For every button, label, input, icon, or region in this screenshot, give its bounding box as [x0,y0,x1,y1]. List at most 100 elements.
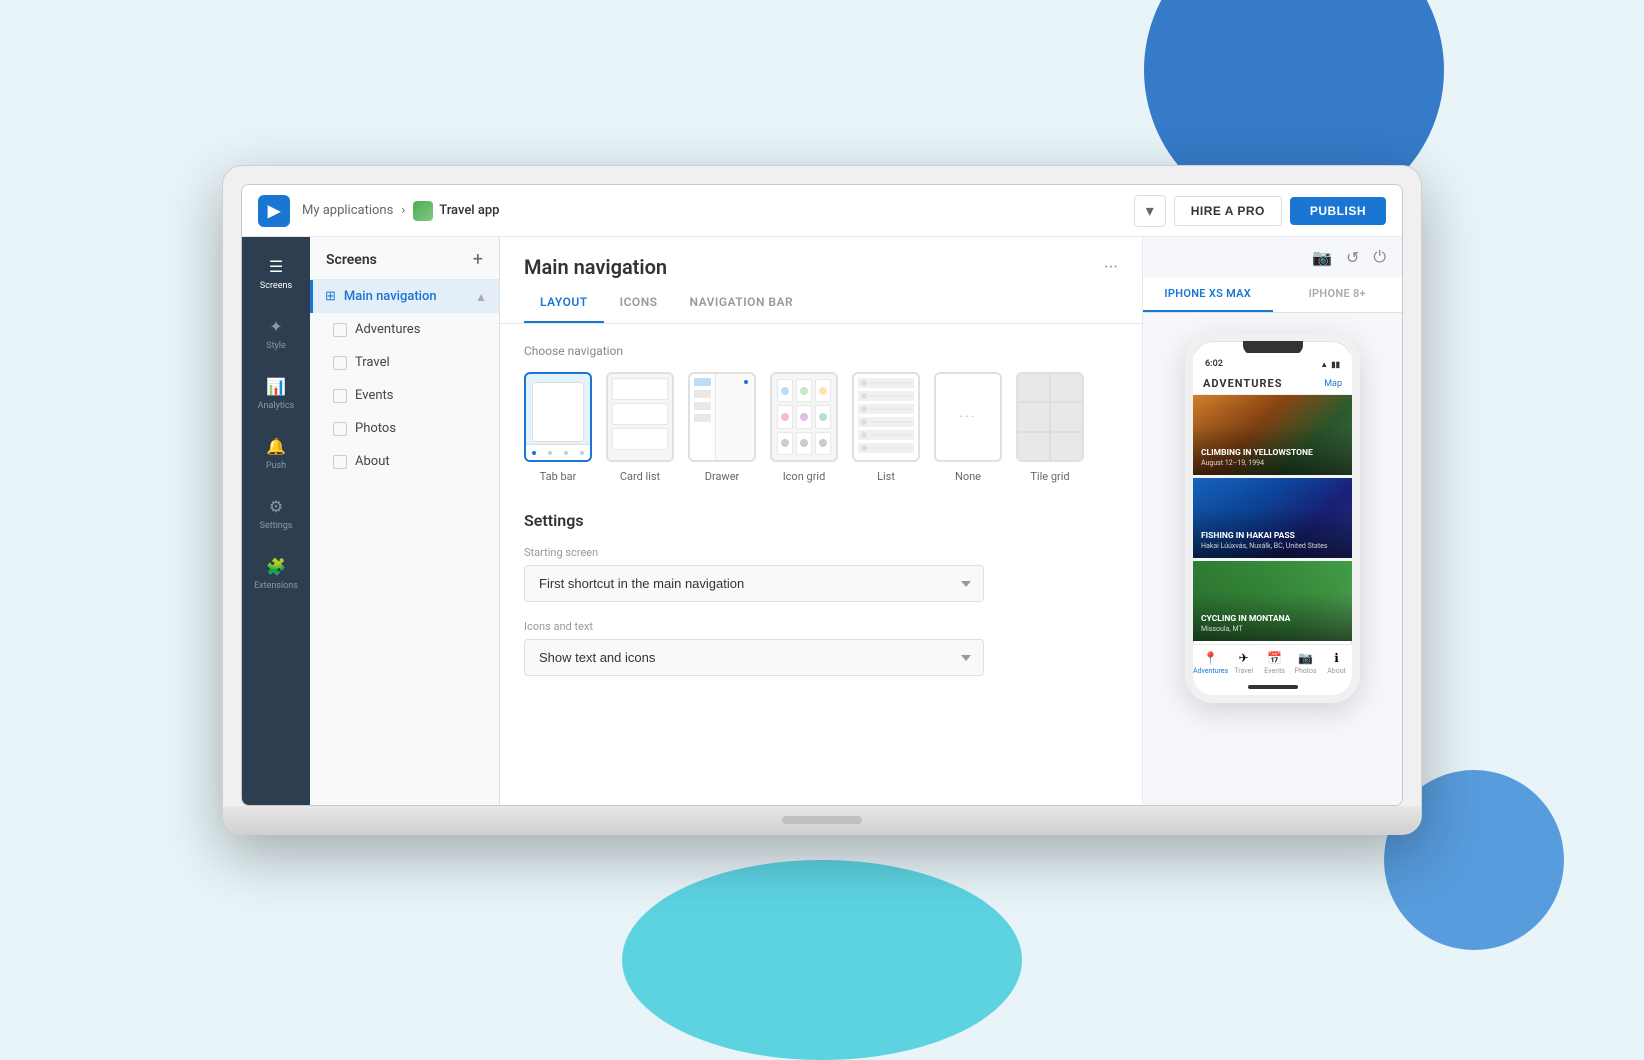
phone-status-bar: 6:02 ▲ ▮▮ [1193,353,1352,371]
phone-card-1-subtitle: August 12–19, 1994 [1201,459,1313,467]
phone-section-title: ADVENTURES [1203,377,1282,390]
nav-option-tilegrid[interactable]: Tile grid [1016,372,1084,483]
list-item-6 [858,443,914,453]
battery-icon: ▮▮ [1331,360,1340,369]
phone-home-bar [1193,679,1352,695]
nav-option-icongrid[interactable]: Icon grid [770,372,838,483]
mini-card-1 [612,378,668,400]
tab-content: Choose navigation [500,324,1142,805]
list-item-4 [858,417,914,427]
screen-item-events[interactable]: Events [310,379,499,412]
icon-cell-9 [815,432,831,455]
nav-option-none[interactable]: ··· None [934,372,1002,483]
power-icon[interactable]: ⏻ [1373,247,1386,267]
phone-card-1-text: CLIMBING IN YELLOWSTONE August 12–19, 19… [1201,448,1313,467]
phone-card-3-title: CYCLING IN MONTANA [1201,614,1290,624]
phone-tab-travel[interactable]: ✈ Travel [1228,651,1259,675]
phone-card-2[interactable]: FISHING IN HAKAI PASS Hakai Lúúxvás, Nux… [1193,478,1352,558]
starting-screen-group: Starting screen First shortcut in the ma… [524,546,1118,602]
nav-option-drawer[interactable]: Drawer [688,372,756,483]
screen-item-travel[interactable]: Travel [310,346,499,379]
settings-icon: ⚙ [265,495,287,517]
nav-option-list-label: List [877,470,895,483]
phone-map-link[interactable]: Map [1324,379,1342,389]
sidebar-item-analytics[interactable]: 📊 Analytics [242,365,310,421]
screens-header: Screens + [310,237,499,280]
hire-a-pro-button[interactable]: HIRE A PRO [1174,196,1282,226]
app-name[interactable]: Travel app [439,203,499,218]
icons-text-select[interactable]: Show text and icons [524,639,984,676]
starting-screen-select[interactable]: First shortcut in the main navigation [524,565,984,602]
phone-header: ADVENTURES Map [1193,371,1352,395]
phone-tab-about[interactable]: ℹ About [1321,651,1352,675]
sidebar-item-screens[interactable]: ☰ Screens [242,245,310,301]
phone-tab-icon-adventures: 📍 [1203,651,1218,665]
analytics-icon: 📊 [265,375,287,397]
screen-item-adventures[interactable]: Adventures [310,313,499,346]
mini-card-2 [612,403,668,425]
camera-icon[interactable]: 📷 [1312,248,1332,267]
phone-card-1-title: CLIMBING IN YELLOWSTONE [1201,448,1313,458]
screen-item-chevron: ▲ [475,290,487,304]
screen-checkbox-about[interactable] [333,455,347,469]
choose-navigation-label: Choose navigation [524,344,1118,358]
nav-option-tabbar[interactable]: Tab bar [524,372,592,483]
dropdown-arrow-button[interactable]: ▾ [1134,195,1166,227]
phone-tab-label-adventures: Adventures [1193,667,1228,675]
phone-time: 6:02 [1205,359,1223,369]
sidebar-item-settings[interactable]: ⚙ Settings [242,485,310,541]
publish-button[interactable]: PUBLISH [1290,197,1386,225]
phone-card-2-subtitle: Hakai Lúúxvás, Nuxálk, BC, United States [1201,542,1327,550]
phone-card-1[interactable]: CLIMBING IN YELLOWSTONE August 12–19, 19… [1193,395,1352,475]
nav-option-cardlist[interactable]: Card list [606,372,674,483]
logo-button[interactable]: ▶ [258,195,290,227]
tile-5 [1018,433,1049,460]
screen-checkbox-photos[interactable] [333,422,347,436]
drawer-sidebar [690,374,716,460]
list-item-2 [858,391,914,401]
phone-tab-label-travel: Travel [1234,667,1253,675]
screen-item-main-navigation[interactable]: ⊞ Main navigation ▲ [310,280,499,313]
drawer-item-3 [694,402,711,410]
device-tab-8plus[interactable]: IPHONE 8+ [1273,277,1403,312]
tab-navigation-bar[interactable]: NAVIGATION BAR [674,283,810,323]
sidebar-item-extensions[interactable]: 🧩 Extensions [242,545,310,601]
app-container: ▶ My applications › Travel app ▾ HIRE A … [242,185,1402,805]
icon-cell-2 [796,379,812,402]
nav-options: Tab bar [524,372,1118,483]
extensions-icon: 🧩 [265,555,287,577]
phone-content: CLIMBING IN YELLOWSTONE August 12–19, 19… [1193,395,1352,641]
refresh-icon[interactable]: ↺ [1346,248,1359,267]
sidebar-item-style[interactable]: ✦ Style [242,305,310,361]
nav-option-list[interactable]: List [852,372,920,483]
phone-card-3-text: CYCLING IN MONTANA Missoula, MT [1201,614,1290,633]
content-header: Main navigation ··· [500,237,1142,279]
phone-tab-photos[interactable]: 📷 Photos [1290,651,1321,675]
phone-card-1-img: CLIMBING IN YELLOWSTONE August 12–19, 19… [1193,395,1352,475]
tile-2 [1051,374,1082,401]
phone-card-2-title: FISHING IN HAKAI PASS [1201,531,1327,541]
screen-item-about[interactable]: About [310,445,499,478]
screen-item-photos[interactable]: Photos [310,412,499,445]
tab-icons[interactable]: ICONS [604,283,674,323]
sidebar-item-push[interactable]: 🔔 Push [242,425,310,481]
icon-cell-6 [815,405,831,428]
phone-tab-adventures[interactable]: 📍 Adventures [1193,651,1228,675]
top-bar-actions: ▾ HIRE A PRO PUBLISH [1134,195,1386,227]
phone-card-2-text: FISHING IN HAKAI PASS Hakai Lúúxvás, Nux… [1201,531,1327,550]
screen-checkbox-events[interactable] [333,389,347,403]
tab-layout[interactable]: LAYOUT [524,283,604,323]
add-screen-button[interactable]: + [473,251,483,269]
phone-tab-events[interactable]: 📅 Events [1259,651,1290,675]
mini-card-3 [612,428,668,450]
phone-card-3[interactable]: CYCLING IN MONTANA Missoula, MT [1193,561,1352,641]
device-tab-xs-max[interactable]: IPHONE XS MAX [1143,277,1273,312]
content-menu-dots[interactable]: ··· [1104,257,1118,278]
top-bar: ▶ My applications › Travel app ▾ HIRE A … [242,185,1402,237]
laptop-screen: ▶ My applications › Travel app ▾ HIRE A … [241,184,1403,806]
screen-checkbox-travel[interactable] [333,356,347,370]
breadcrumb-my-apps[interactable]: My applications [302,203,393,218]
screen-checkbox-adventures[interactable] [333,323,347,337]
nav-option-none-label: None [955,470,981,483]
screen-item-label-events: Events [355,388,393,403]
